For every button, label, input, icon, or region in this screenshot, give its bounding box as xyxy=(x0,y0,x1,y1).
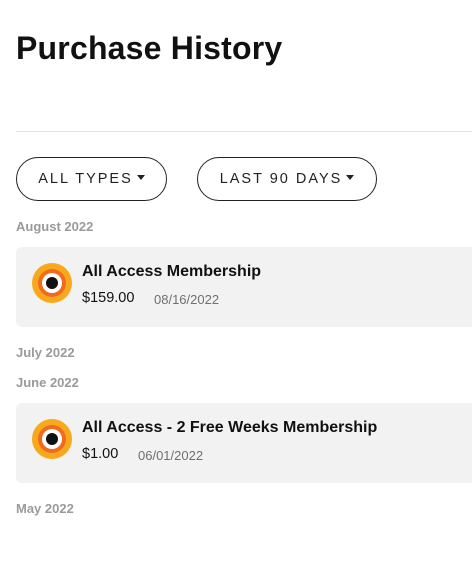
caret-down-icon xyxy=(136,175,145,180)
brand-logo-icon xyxy=(32,263,72,303)
purchase-card[interactable]: All Access Membership $159.00 08/16/2022 xyxy=(16,247,472,327)
page-title: Purchase History xyxy=(16,30,283,66)
purchase-date: 06/01/2022 xyxy=(138,448,204,463)
month-heading-july-2022: July 2022 xyxy=(16,345,75,360)
purchase-date: 08/16/2022 xyxy=(154,292,220,307)
date-range-filter-button[interactable]: LAST 90 DAYS xyxy=(197,157,377,201)
all-types-filter-label: ALL TYPES xyxy=(38,171,133,187)
purchase-name: All Access - 2 Free Weeks Membership xyxy=(82,419,378,436)
month-heading-may-2022: May 2022 xyxy=(16,501,74,516)
brand-logo-icon xyxy=(32,419,72,459)
month-heading-june-2022: June 2022 xyxy=(16,375,79,390)
header-divider xyxy=(16,131,472,132)
all-types-filter-button[interactable]: ALL TYPES xyxy=(16,157,167,201)
purchase-history-page: Purchase History ALL TYPES LAST 90 DAYS … xyxy=(0,0,472,567)
purchase-card[interactable]: All Access - 2 Free Weeks Membership $1.… xyxy=(16,403,472,483)
purchase-price: $159.00 xyxy=(82,290,135,306)
purchase-name: All Access Membership xyxy=(82,263,262,280)
date-range-filter-label: LAST 90 DAYS xyxy=(219,171,343,187)
month-heading-august-2022: August 2022 xyxy=(16,219,94,234)
purchase-price: $1.00 xyxy=(82,446,119,462)
caret-down-icon xyxy=(346,175,355,180)
